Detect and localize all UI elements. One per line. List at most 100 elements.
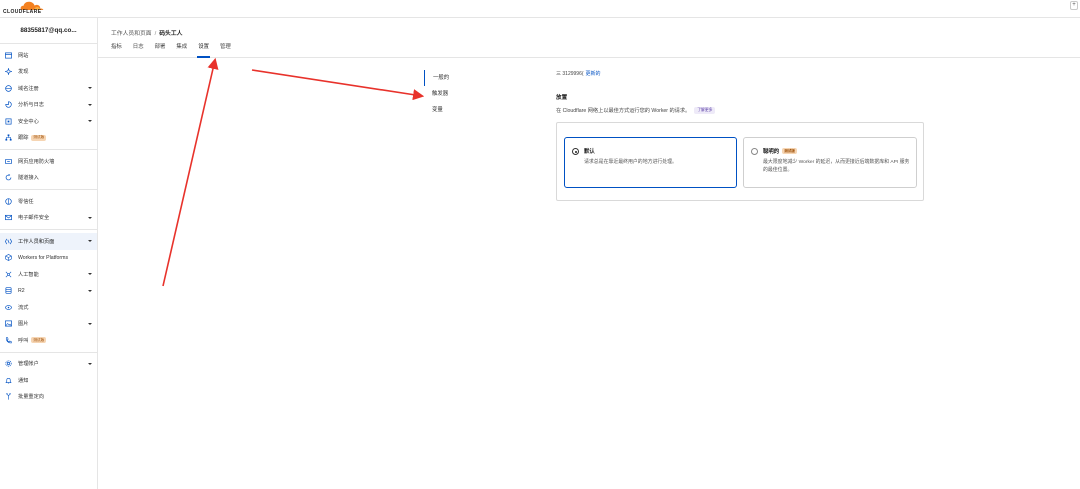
stream-icon bbox=[5, 304, 12, 311]
sidebar-item-label: 网页应用防火墙 bbox=[18, 158, 55, 165]
sidebar-item-label: 分析与日志 bbox=[18, 102, 44, 109]
beta-badge: 测试版 bbox=[31, 337, 47, 344]
tab-item[interactable]: 日志 bbox=[133, 44, 144, 58]
redirect-icon bbox=[5, 393, 12, 400]
settings-subnav: 一般的 触发器 变量 bbox=[424, 70, 544, 118]
sidebar-item[interactable]: 人工智能 bbox=[0, 266, 97, 283]
settings-subnav-item[interactable]: 变量 bbox=[424, 102, 544, 118]
placement-option-smart[interactable]: 聪明的 测试版 最大限度地减少 Worker 的延迟，从而更接近后端数据库和 A… bbox=[743, 137, 917, 188]
bell-icon bbox=[5, 377, 12, 384]
settings-subnav-item[interactable]: 一般的 bbox=[424, 70, 544, 86]
sidebar-item[interactable]: R2 bbox=[0, 283, 97, 300]
sidebar-item-label: Workers for Platforms bbox=[18, 254, 69, 261]
sidebar-item-label: 跟踪 bbox=[18, 135, 29, 142]
sidebar-item[interactable]: 批量重定向 bbox=[0, 389, 97, 406]
sidebar-item[interactable]: 分析与日志 bbox=[0, 97, 97, 114]
ai-icon bbox=[5, 271, 12, 278]
sidebar-item[interactable]: 图片 bbox=[0, 316, 97, 333]
sidebar-item-label: 通知 bbox=[18, 377, 29, 384]
sidebar-nav: 网站 发现 域名注册 分析与日志 安全中心 跟踪 测试版 网页应用防火墙 隧道接入 零信任 电子邮件… bbox=[0, 44, 97, 405]
sidebar: 88355817@qq.co... 网站 发现 域名注册 分析与日志 安全中心 跟踪 测试版… bbox=[0, 18, 98, 489]
radio-smart[interactable] bbox=[751, 148, 758, 155]
arrow-to-triggers bbox=[251, 69, 425, 101]
beta-badge: 测试版 bbox=[782, 147, 797, 155]
logo-text: CLOUDFLARE bbox=[3, 9, 42, 15]
settings-subnav-item[interactable]: 触发器 bbox=[424, 86, 544, 102]
chevron-down-icon[interactable] bbox=[88, 362, 92, 366]
arrow-to-settings-tab bbox=[162, 57, 219, 287]
chart-icon bbox=[5, 101, 12, 108]
sidebar-item[interactable]: 电子邮件安全 bbox=[0, 210, 97, 227]
sidebar-item[interactable]: 零信任 bbox=[0, 193, 97, 210]
sidebar-item-label: 人工智能 bbox=[18, 271, 39, 278]
chevron-down-icon[interactable] bbox=[88, 289, 92, 293]
sidebar-item-label: 管理帐户 bbox=[18, 361, 39, 368]
breadcrumb-parent[interactable]: 工作人员和页面 bbox=[111, 31, 152, 37]
account-switcher[interactable]: 88355817@qq.co... bbox=[0, 18, 97, 44]
browser-icon bbox=[5, 52, 12, 59]
sidebar-item[interactable]: 呼叫 测试版 bbox=[0, 332, 97, 349]
chevron-down-icon[interactable] bbox=[88, 86, 92, 90]
sidebar-item[interactable]: 发现 bbox=[0, 64, 97, 81]
cloudflare-logo[interactable]: CLOUDFLARE bbox=[3, 1, 47, 16]
learn-more-link[interactable]: 了解更多 bbox=[694, 107, 716, 114]
loop-icon bbox=[5, 174, 12, 181]
sidebar-item[interactable]: 管理帐户 bbox=[0, 356, 97, 373]
option-title: 默认 bbox=[584, 149, 595, 155]
radio-default[interactable] bbox=[572, 148, 579, 155]
sidebar-item-label: 图片 bbox=[18, 321, 29, 328]
chevron-down-icon[interactable] bbox=[88, 216, 92, 220]
option-description: 最大限度地减少 Worker 的延迟，从而更接近后端数据库和 API 服务的最佳… bbox=[763, 160, 910, 173]
tab-item[interactable]: 管理 bbox=[220, 44, 231, 58]
option-title-row: 聪明的 测试版 bbox=[763, 147, 797, 155]
version-row: 三 3129996(更新的 bbox=[556, 70, 926, 77]
chevron-down-icon[interactable] bbox=[88, 272, 92, 276]
sidebar-item[interactable]: 域名注册 bbox=[0, 80, 97, 97]
sparkle-icon bbox=[5, 68, 12, 76]
sidebar-item-label: 发现 bbox=[18, 69, 29, 76]
chevron-down-icon[interactable] bbox=[88, 322, 92, 326]
add-button[interactable]: + bbox=[1070, 1, 1078, 10]
tab-item[interactable]: 集成 bbox=[176, 44, 187, 58]
settings-content: 三 3129996(更新的 放置 在 Cloudflare 网络上以最佳方式运行… bbox=[556, 70, 926, 201]
beta-badge: 测试版 bbox=[31, 134, 47, 141]
tab-bar: 指标 日志 部署 集成 设置 管理 bbox=[111, 44, 242, 58]
sidebar-item-label: 电子邮件安全 bbox=[18, 215, 50, 222]
email-icon bbox=[5, 214, 12, 221]
sidebar-item[interactable]: 工作人员和页面 bbox=[0, 233, 97, 250]
tab-item[interactable]: 设置 bbox=[197, 44, 210, 58]
placement-title: 放置 bbox=[556, 95, 568, 101]
sidebar-item[interactable]: 网页应用防火墙 bbox=[0, 153, 97, 170]
tab-item[interactable]: 指标 bbox=[111, 44, 122, 58]
workers-icon bbox=[5, 238, 12, 245]
update-link[interactable]: 更新的 bbox=[586, 71, 601, 77]
sidebar-item[interactable]: Workers for Platforms bbox=[0, 250, 97, 267]
sidebar-item[interactable]: 流式 bbox=[0, 299, 97, 316]
sidebar-item-label: 网站 bbox=[18, 52, 29, 59]
sidebar-item[interactable]: 通知 bbox=[0, 372, 97, 389]
breadcrumb: 工作人员和页面 / 码头工人 bbox=[111, 28, 182, 37]
chevron-down-icon[interactable] bbox=[88, 103, 92, 107]
chevron-down-icon[interactable] bbox=[88, 119, 92, 123]
tab-item[interactable]: 部署 bbox=[155, 44, 166, 58]
sidebar-item[interactable]: 网站 bbox=[0, 47, 97, 64]
option-description: 请求总是在靠近最终用户的地方进行处理。 bbox=[584, 160, 677, 165]
sidebar-item[interactable]: 安全中心 bbox=[0, 113, 97, 130]
sidebar-divider bbox=[0, 189, 97, 190]
sidebar-item-label: 批量重定向 bbox=[18, 394, 44, 401]
version-text: 三 3129996( bbox=[556, 71, 584, 77]
globe-icon bbox=[5, 85, 12, 92]
sidebar-item[interactable]: 跟踪 测试版 bbox=[0, 130, 97, 147]
placement-description: 在 Cloudflare 网络上以最佳方式运行您的 Worker 的请求。 了解… bbox=[556, 107, 926, 114]
sidebar-item-label: 安全中心 bbox=[18, 118, 39, 125]
database-icon bbox=[5, 287, 12, 294]
page-header: 工作人员和页面 / 码头工人 指标 日志 部署 集成 设置 管理 bbox=[98, 18, 1080, 58]
sitemap-icon bbox=[5, 134, 12, 141]
sidebar-item-label: R2 bbox=[18, 287, 25, 294]
sidebar-item[interactable]: 隧道接入 bbox=[0, 170, 97, 187]
gear-icon bbox=[5, 360, 12, 367]
chevron-down-icon[interactable] bbox=[88, 239, 92, 243]
sidebar-item-label: 零信任 bbox=[18, 198, 34, 205]
placement-option-default[interactable]: 默认 请求总是在靠近最终用户的地方进行处理。 bbox=[564, 137, 737, 188]
top-bar: CLOUDFLARE + bbox=[0, 0, 1080, 18]
